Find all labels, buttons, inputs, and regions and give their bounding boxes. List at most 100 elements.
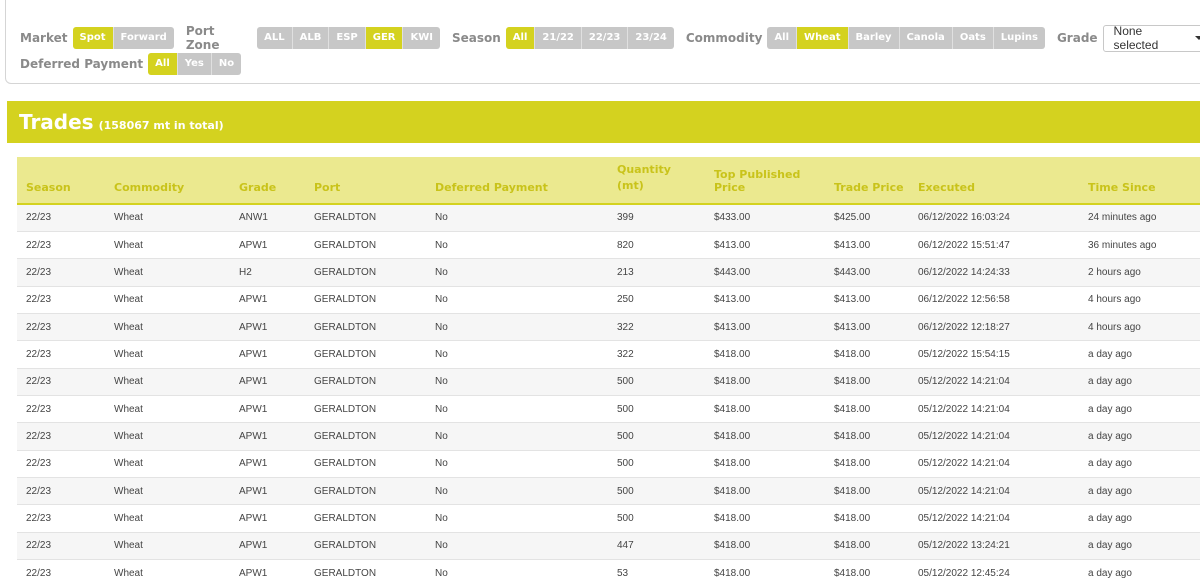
table-cell: 500 (617, 512, 634, 524)
table-cell: Wheat (114, 458, 143, 470)
table-row[interactable]: 22/23 Wheat APW1 GERALDTON No 500 $418.00 $418.… (17, 477, 1200, 505)
table-cell: GERALDTON (314, 266, 377, 278)
table-cell: $418.00 (714, 567, 751, 579)
table-cell: No (435, 212, 448, 224)
table-cell: GERALDTON (314, 212, 377, 224)
table-cell: APW1 (239, 567, 268, 579)
table-cell: APW1 (239, 239, 268, 251)
column-header[interactable]: Trade Price (825, 157, 909, 205)
table-row[interactable]: 22/23 Wheat APW1 GERALDTON No 322 $413.00 $413.… (17, 313, 1200, 341)
filter-row-1: Market Spot Forward Port Zone ALL ALB ESP GE… (20, 24, 1200, 52)
port-zone-option-button[interactable]: ESP (329, 27, 366, 49)
table-cell: 05/12/2022 15:54:15 (918, 348, 1010, 360)
table-row[interactable]: 22/23 Wheat APW1 GERALDTON No 500 $418.00 $418.… (17, 504, 1200, 533)
market-option-button[interactable]: Forward (113, 27, 174, 49)
grade-select[interactable]: None selected (1102, 24, 1200, 52)
port-zone-option-button[interactable]: ALB (292, 27, 330, 49)
table-cell: Wheat (114, 403, 143, 415)
port-zone-option-button[interactable]: GER (365, 27, 404, 49)
table-cell: 36 minutes ago (1088, 239, 1157, 251)
column-header[interactable]: Deferred Payment (426, 157, 608, 205)
table-cell: $418.00 (834, 485, 871, 497)
table-cell: $418.00 (714, 458, 751, 470)
table-cell: APW1 (239, 294, 268, 306)
table-cell: $418.00 (714, 540, 751, 552)
season-option-button[interactable]: 22/23 (581, 27, 629, 49)
table-row[interactable]: 22/23 Wheat H2 GERALDTON No 213 $443.00 $443.00… (17, 258, 1200, 287)
deferred-payment-group: All Yes No (148, 53, 242, 75)
table-cell: $418.00 (714, 348, 751, 360)
table-cell: Wheat (114, 540, 143, 552)
table-cell: $418.00 (834, 376, 871, 388)
caret-down-icon (1195, 36, 1200, 40)
commodity-option-button[interactable]: Lupins (993, 27, 1045, 49)
column-header[interactable]: Commodity (105, 157, 230, 205)
table-cell: No (435, 430, 448, 442)
table-cell: 05/12/2022 14:21:04 (918, 403, 1010, 415)
commodity-option-button[interactable]: Barley (848, 27, 900, 49)
column-header[interactable]: Top Published Price (705, 157, 825, 205)
table-row[interactable]: 22/23 Wheat APW1 GERALDTON No 500 $418.00 $418.… (17, 368, 1200, 396)
commodity-option-button[interactable]: Wheat (797, 27, 849, 49)
table-row[interactable]: 22/23 Wheat APW1 GERALDTON No 500 $418.00 $418.… (17, 422, 1200, 451)
table-row[interactable]: 22/23 Wheat APW1 GERALDTON No 322 $418.00 $418.… (17, 340, 1200, 369)
table-cell: 05/12/2022 14:21:04 (918, 485, 1010, 497)
deferred-payment-option-button[interactable]: All (148, 53, 178, 75)
table-cell: $413.00 (714, 321, 751, 333)
column-header[interactable]: Port (305, 157, 426, 205)
table-row[interactable]: 22/23 Wheat APW1 GERALDTON No 53 $418.00 $418.0… (17, 559, 1200, 586)
port-zone-group: ALL ALB ESP GER KWI (257, 27, 440, 49)
market-option-button[interactable]: Spot (72, 27, 114, 49)
trades-title: Trades (19, 110, 94, 134)
trades-header: Trades (158067 mt in total) (7, 101, 1200, 143)
deferred-payment-option-button[interactable]: Yes (177, 53, 212, 75)
season-option-button[interactable]: All (505, 27, 536, 49)
column-header[interactable]: Season (17, 157, 105, 205)
table-cell: $418.00 (714, 376, 751, 388)
commodity-label: Commodity (685, 31, 763, 45)
table-row[interactable]: 22/23 Wheat APW1 GERALDTON No 820 $413.00 $413.… (17, 231, 1200, 259)
table-cell: 4 hours ago (1088, 321, 1141, 333)
table-header-row: Season Commodity Grade Port Deferred Payment… (17, 157, 1200, 205)
table-cell: 22/23 (26, 567, 52, 579)
season-option-button[interactable]: 21/22 (535, 27, 582, 49)
table-cell: 500 (617, 458, 634, 470)
commodity-option-button[interactable]: Canola (899, 27, 953, 49)
table-cell: 322 (617, 321, 634, 333)
column-header[interactable]: Time Since (1079, 157, 1200, 205)
deferred-payment-option-button[interactable]: No (211, 53, 242, 75)
table-cell: APW1 (239, 540, 268, 552)
table-cell: No (435, 567, 448, 579)
table-cell: a day ago (1088, 348, 1132, 360)
season-option-button[interactable]: 23/24 (628, 27, 674, 49)
table-cell: 250 (617, 294, 634, 306)
table-cell: 22/23 (26, 512, 52, 524)
port-zone-option-button[interactable]: ALL (257, 27, 293, 49)
commodity-option-button[interactable]: Oats (952, 27, 994, 49)
column-header[interactable]: Quantity (mt) (608, 157, 705, 205)
table-row[interactable]: 22/23 Wheat APW1 GERALDTON No 250 $413.00 $413.… (17, 286, 1200, 314)
table-row[interactable]: 22/23 Wheat APW1 GERALDTON No 447 $418.00 $418.… (17, 532, 1200, 560)
table-cell: GERALDTON (314, 458, 377, 470)
market-label: Market (20, 31, 68, 45)
table-cell: GERALDTON (314, 540, 377, 552)
column-header[interactable]: Grade (230, 157, 305, 205)
table-cell: Wheat (114, 294, 143, 306)
table-cell: 06/12/2022 14:24:33 (918, 266, 1010, 278)
port-zone-option-button[interactable]: KWI (403, 27, 440, 49)
table-cell: $413.00 (714, 239, 751, 251)
table-cell: $418.00 (834, 512, 871, 524)
table-cell: 22/23 (26, 485, 52, 497)
table-cell: Wheat (114, 266, 143, 278)
table-cell: Wheat (114, 376, 143, 388)
table-cell: GERALDTON (314, 376, 377, 388)
season-label: Season (451, 31, 501, 45)
table-row[interactable]: 22/23 Wheat APW1 GERALDTON No 500 $418.00 $418.… (17, 450, 1200, 478)
table-row[interactable]: 22/23 Wheat ANW1 GERALDTON No 399 $433.00 $425.… (17, 204, 1200, 232)
table-cell: $418.00 (834, 430, 871, 442)
table-cell: 22/23 (26, 239, 52, 251)
column-header[interactable]: Executed (909, 157, 1079, 205)
table-row[interactable]: 22/23 Wheat APW1 GERALDTON No 500 $418.00 $418.… (17, 395, 1200, 423)
trades-table-wrap: Season Commodity Grade Port Deferred Payment… (17, 157, 1200, 586)
commodity-option-button[interactable]: All (767, 27, 798, 49)
